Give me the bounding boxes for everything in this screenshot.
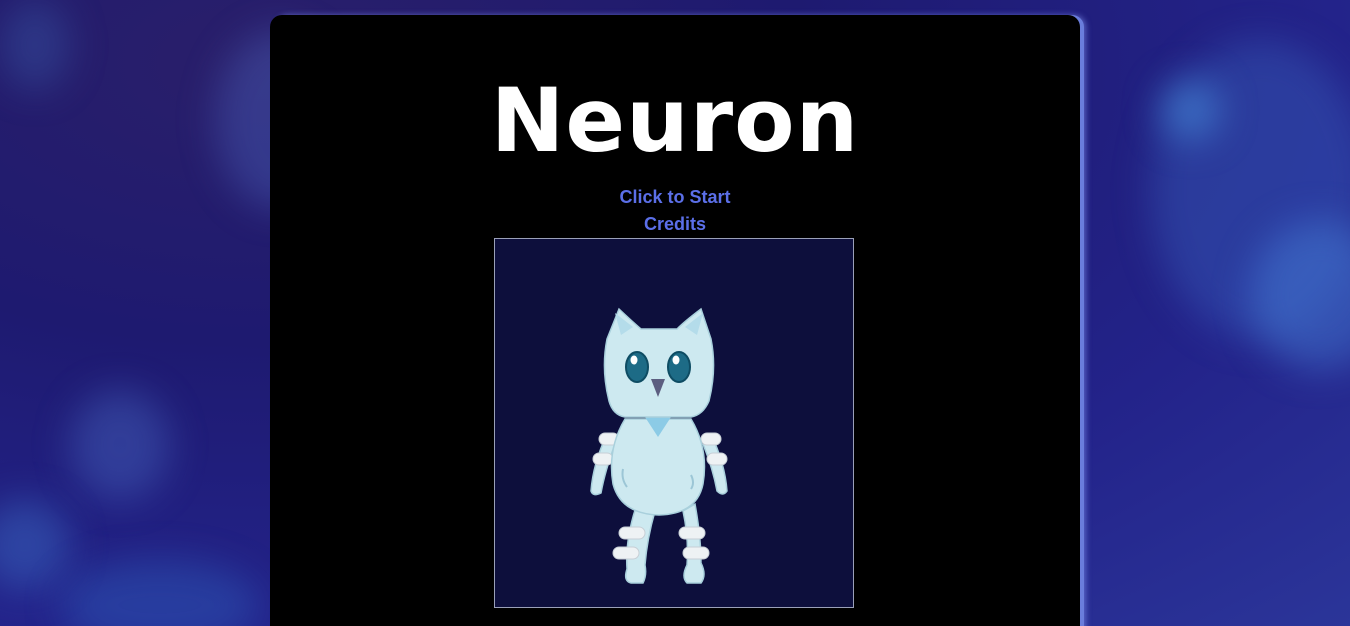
background-bokeh [1150, 40, 1350, 340]
start-button[interactable]: Click to Start [270, 187, 1080, 208]
background-bokeh [1250, 220, 1350, 370]
background-bokeh [0, 0, 70, 90]
background-bokeh [0, 500, 70, 590]
background-bokeh [60, 560, 260, 626]
game-title: Neuron [490, 69, 860, 172]
game-panel: Neuron Click to Start Credits [270, 15, 1080, 626]
game-canvas[interactable] [494, 238, 854, 608]
credits-button[interactable]: Credits [270, 214, 1080, 235]
character-legs [612, 502, 710, 584]
character-head [603, 307, 715, 418]
owl-cat-character-icon [590, 307, 728, 584]
background-bokeh [1160, 80, 1220, 140]
background-bokeh [70, 390, 170, 500]
